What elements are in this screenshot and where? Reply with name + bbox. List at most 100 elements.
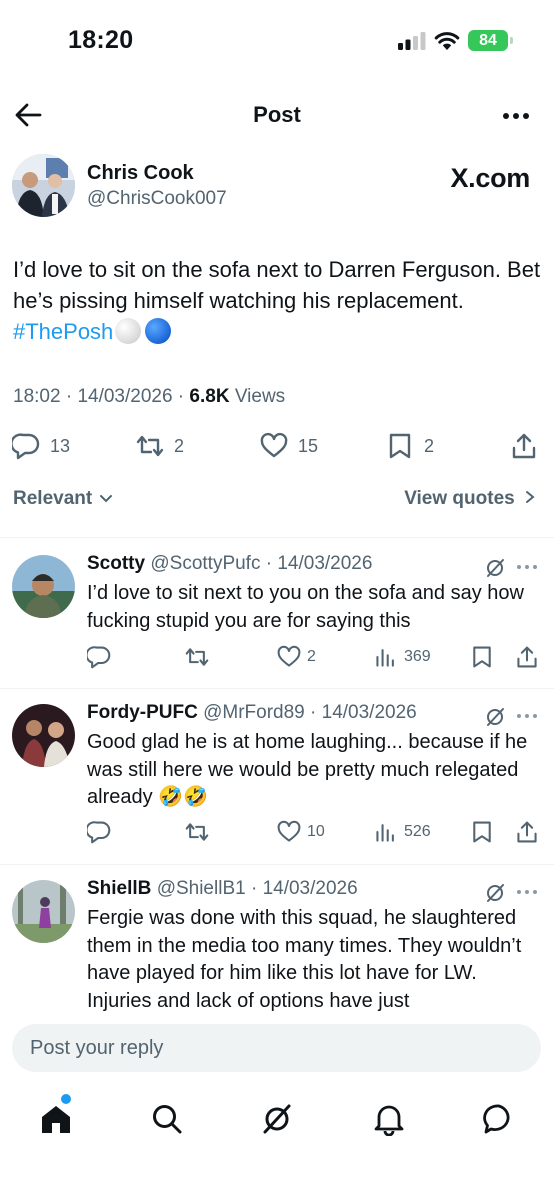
post-body: I’d love to sit on the sofa next to Darr… <box>13 257 541 313</box>
more-icon[interactable] <box>516 564 538 570</box>
bookmark-button[interactable] <box>470 643 500 671</box>
share-button[interactable] <box>510 428 548 464</box>
views-button[interactable]: 369 <box>374 643 431 671</box>
reply-button[interactable]: 13 <box>12 428 70 464</box>
reply-item[interactable]: Fordy-PUFC @MrFord89 · 14/03/2026 Good g… <box>0 702 554 852</box>
bookmark-icon <box>389 433 411 459</box>
battery-indicator: 84 <box>468 30 513 51</box>
status-time: 18:20 <box>68 26 134 54</box>
author-handle[interactable]: @ChrisCook007 <box>87 188 227 210</box>
reply-actions: 2 369 <box>0 643 554 671</box>
reply-handle-date: @ScottyPufc · 14/03/2026 <box>150 553 373 574</box>
reply-author-name[interactable]: ShiellB <box>87 878 151 899</box>
bookmark-icon <box>473 646 491 668</box>
grok-icon[interactable] <box>484 557 506 579</box>
grok-icon[interactable] <box>484 882 506 904</box>
bookmark-button[interactable] <box>470 818 500 846</box>
views-count: 526 <box>404 823 431 840</box>
repost-button[interactable]: 2 <box>136 428 184 464</box>
like-button[interactable]: 15 <box>260 428 318 464</box>
cellular-signal-icon <box>398 32 426 50</box>
reply-author-name[interactable]: Fordy-PUFC <box>87 702 198 723</box>
repost-icon <box>185 823 209 841</box>
bottom-nav <box>0 1090 554 1150</box>
like-icon <box>277 645 301 667</box>
reply-placeholder: Post your reply <box>30 1037 164 1059</box>
reply-button[interactable] <box>87 643 117 671</box>
reply-button[interactable] <box>87 818 117 846</box>
views-button[interactable]: 526 <box>374 818 431 846</box>
reply-text: Good glad he is at home laughing... beca… <box>87 731 528 808</box>
divider <box>0 537 554 538</box>
post-text: I’d love to sit on the sofa next to Darr… <box>13 254 543 347</box>
like-icon <box>277 820 301 842</box>
messages-icon[interactable] <box>482 1102 516 1136</box>
repost-icon <box>136 435 164 457</box>
reply-filter-row: Relevant View quotes <box>0 488 554 518</box>
repost-icon <box>185 648 209 666</box>
avatar-photo <box>12 704 75 767</box>
reply-header: Scotty @ScottyPufc · 14/03/2026 <box>87 553 372 575</box>
views-label: Views <box>234 386 286 407</box>
reply-avatar[interactable] <box>12 555 75 618</box>
avatar-photo <box>12 555 75 618</box>
grok-icon[interactable] <box>260 1102 294 1136</box>
reply-count: 13 <box>50 435 71 456</box>
share-icon <box>517 821 537 843</box>
reply-author-name[interactable]: Scotty <box>87 553 145 574</box>
bookmark-icon <box>473 821 491 843</box>
more-icon[interactable] <box>502 112 530 120</box>
author-avatar[interactable] <box>12 154 75 217</box>
chevron-right-icon <box>526 491 535 503</box>
search-icon[interactable] <box>150 1102 184 1136</box>
views-count: 6.8K <box>189 386 230 407</box>
reply-text: Fergie was done with this squad, he slau… <box>87 907 522 1012</box>
reply-header: Fordy-PUFC @MrFord89 · 14/03/2026 <box>87 702 417 724</box>
repost-button[interactable] <box>185 818 215 846</box>
reply-handle-date: @ShiellB1 · 14/03/2026 <box>156 878 358 899</box>
reply-item[interactable]: ShiellB @ShiellB1 · 14/03/2026 Fergie wa… <box>0 878 554 1012</box>
bell-icon[interactable] <box>372 1102 406 1136</box>
post-meta: 18:02 · 14/03/2026 · 6.8K Views <box>13 386 286 407</box>
repost-count: 2 <box>174 435 185 456</box>
view-quotes-label: View quotes <box>404 488 515 509</box>
white-circle-emoji <box>115 318 142 344</box>
like-button[interactable]: 10 <box>277 818 325 846</box>
like-count: 10 <box>307 823 325 840</box>
reply-item[interactable]: Scotty @ScottyPufc · 14/03/2026 I’d love… <box>0 553 554 673</box>
reply-header: ShiellB @ShiellB1 · 14/03/2026 <box>87 878 358 900</box>
reply-icon <box>87 646 111 669</box>
like-count: 15 <box>298 435 319 456</box>
reply-avatar[interactable] <box>12 880 75 943</box>
sort-dropdown[interactable]: Relevant <box>13 488 113 510</box>
reply-handle-date: @MrFord89 · 14/03/2026 <box>203 702 417 723</box>
views-count: 369 <box>404 648 431 665</box>
like-button[interactable]: 2 <box>277 643 316 671</box>
view-quotes-link[interactable]: View quotes <box>404 488 536 510</box>
share-icon <box>512 433 536 459</box>
share-button[interactable] <box>515 643 545 671</box>
share-button[interactable] <box>515 818 545 846</box>
bookmark-count: 2 <box>424 435 435 456</box>
notification-dot <box>61 1094 71 1104</box>
bookmark-button[interactable]: 2 <box>386 428 434 464</box>
more-icon[interactable] <box>516 889 538 895</box>
author-name[interactable]: Chris Cook <box>87 162 194 185</box>
blue-circle-emoji <box>145 318 172 344</box>
grok-icon[interactable] <box>484 706 506 728</box>
more-icon[interactable] <box>516 713 538 719</box>
reply-avatar[interactable] <box>12 704 75 767</box>
home-icon[interactable] <box>39 1102 73 1136</box>
avatar-photo <box>12 154 75 217</box>
reply-input[interactable]: Post your reply <box>12 1024 541 1072</box>
x-com-logo: X.com <box>450 163 530 193</box>
share-icon <box>517 646 537 668</box>
divider <box>0 688 554 689</box>
avatar-photo <box>12 880 75 943</box>
repost-button[interactable] <box>185 643 215 671</box>
sort-label: Relevant <box>13 488 93 509</box>
like-count: 2 <box>307 648 316 665</box>
post-actions: 13 2 15 2 <box>0 428 554 464</box>
hashtag-link[interactable]: #ThePosh <box>13 319 113 344</box>
post-time: 18:02 <box>13 386 61 407</box>
